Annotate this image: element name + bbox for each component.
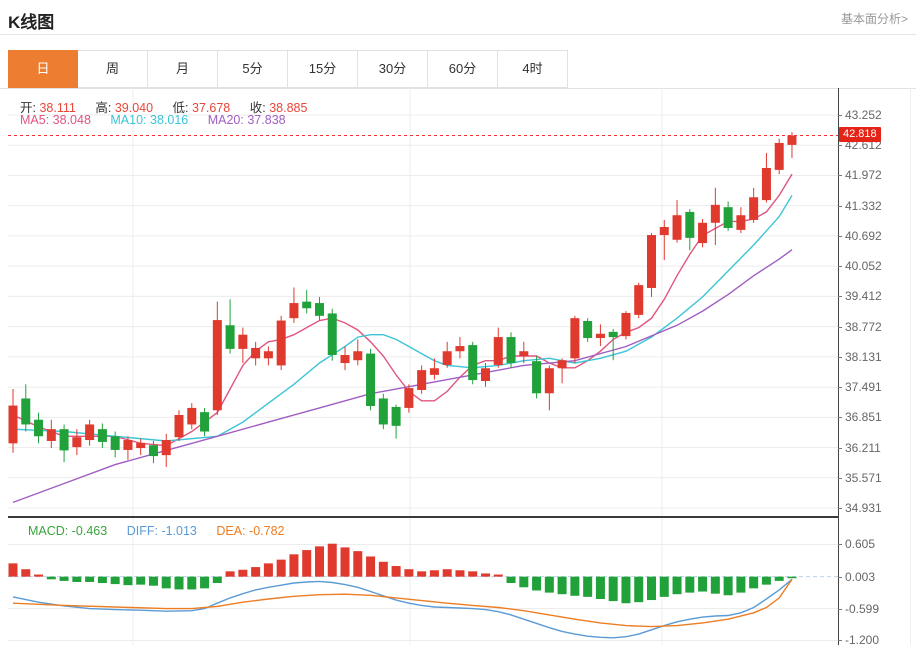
- macd-axis-label: -0.599: [845, 602, 879, 616]
- price-axis-label: 37.491: [845, 380, 882, 394]
- macd-axis-tick: [838, 609, 842, 610]
- macd-axis-label: 0.003: [845, 570, 875, 584]
- ma-readout: MA5: 38.048 MA10: 38.016 MA20: 37.838: [20, 113, 302, 127]
- price-axis-tick: [838, 448, 842, 449]
- ma20-readout: MA20: 37.838: [208, 113, 286, 127]
- macd-axis-label: -1.200: [845, 633, 879, 645]
- price-axis-label: 36.211: [845, 441, 881, 455]
- macd-axis-tick: [838, 577, 842, 578]
- price-axis-tick: [838, 508, 842, 509]
- tab-month[interactable]: 月: [148, 50, 218, 88]
- price-axis-label: 40.692: [845, 229, 882, 243]
- price-axis-line: [838, 88, 839, 645]
- price-axis-label: 43.252: [845, 108, 882, 122]
- price-axis-tick: [838, 206, 842, 207]
- price-axis-tick: [838, 387, 842, 388]
- page-title: K线图: [8, 8, 54, 33]
- macd-value: MACD: -0.463: [28, 524, 107, 538]
- last-price-tag: 42.818: [839, 127, 881, 142]
- macd-axis-tick: [838, 640, 842, 641]
- macd-readout: MACD: -0.463 DIFF: -1.013 DEA: -0.782: [28, 524, 301, 538]
- ma5-readout: MA5: 38.048: [20, 113, 91, 127]
- price-axis-label: 36.851: [845, 410, 882, 424]
- candlestick-chart[interactable]: [8, 88, 838, 518]
- dea-value: DEA: -0.782: [216, 524, 284, 538]
- interval-tabbar: 日 周 月 5分 15分 30分 60分 4时: [8, 50, 568, 88]
- price-axis-label: 41.332: [845, 199, 882, 213]
- tab-week[interactable]: 周: [78, 50, 148, 88]
- kline-page: K线图 基本面分析> 日 周 月 5分 15分 30分 60分 4时 43.25…: [0, 0, 916, 645]
- tab-30min[interactable]: 30分: [358, 50, 428, 88]
- price-axis-label: 35.571: [845, 471, 882, 485]
- price-axis-tick: [838, 145, 842, 146]
- price-axis-tick: [838, 115, 842, 116]
- tab-5min[interactable]: 5分: [218, 50, 288, 88]
- price-axis-tick: [838, 175, 842, 176]
- price-axis-tick: [838, 266, 842, 267]
- price-axis-label: 38.131: [845, 350, 882, 364]
- tab-15min[interactable]: 15分: [288, 50, 358, 88]
- macd-axis-tick: [838, 544, 842, 545]
- price-axis-tick: [838, 478, 842, 479]
- price-axis-label: 39.412: [845, 289, 882, 303]
- ma10-readout: MA10: 38.016: [110, 113, 188, 127]
- tab-day[interactable]: 日: [8, 50, 78, 88]
- price-axis-tick: [838, 327, 842, 328]
- price-axis-label: 34.931: [845, 501, 882, 515]
- title-divider: [0, 34, 916, 35]
- price-axis-label: 41.972: [845, 168, 882, 182]
- right-edge-border: [910, 88, 911, 645]
- macd-axis-label: 0.605: [845, 537, 875, 551]
- tab-60min[interactable]: 60分: [428, 50, 498, 88]
- price-axis-label: 38.772: [845, 320, 882, 334]
- price-axis-label: 40.052: [845, 259, 882, 273]
- fundamental-analysis-link[interactable]: 基本面分析>: [841, 10, 908, 27]
- price-axis-tick: [838, 236, 842, 237]
- diff-value: DIFF: -1.013: [127, 524, 197, 538]
- tab-4hour[interactable]: 4时: [498, 50, 568, 88]
- price-axis-tick: [838, 357, 842, 358]
- price-axis-tick: [838, 417, 842, 418]
- price-axis-tick: [838, 296, 842, 297]
